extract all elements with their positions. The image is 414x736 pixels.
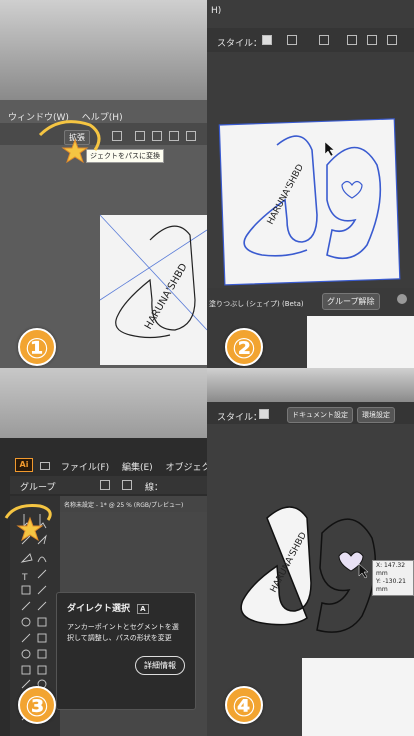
ungroup-button[interactable]: グループ解除 xyxy=(322,293,380,310)
sparkle-star-icon xyxy=(16,516,44,542)
pen-tool-icon[interactable] xyxy=(20,553,33,563)
settings-icon[interactable] xyxy=(397,294,407,304)
direct-selection-tooltip: ダイレクト選択 A アンカーポイントとセグメントを選択して調整し、パスの形状を変… xyxy=(56,592,196,710)
coordinate-readout: X: 147.32 mm Y: -130.21 mm xyxy=(372,560,414,596)
highlight-swoosh xyxy=(4,504,52,521)
step-number: ③ xyxy=(18,686,56,724)
width-tool-icon[interactable] xyxy=(21,633,31,643)
rotate-tool-icon[interactable] xyxy=(21,617,31,627)
artboard xyxy=(100,215,207,365)
number-9-shape xyxy=(316,518,377,633)
gradient-tool-icon[interactable] xyxy=(37,665,47,675)
step-4-panel: スタイル： ドキュメント設定 環境設定 HARUNA'SHBD X: 147.3… xyxy=(207,368,414,736)
type-tool-icon[interactable]: T xyxy=(21,573,28,583)
mesh-tool-icon[interactable] xyxy=(21,665,31,675)
paintbrush-icon[interactable] xyxy=(37,585,47,595)
tooltip-body: アンカーポイントとセグメントを選択して調整し、パスの形状を変更 xyxy=(67,623,179,642)
step-3-panel: Ai ファイル(F) 編集(E) オブジェクト(O) グループ 線： 名称未設定… xyxy=(0,368,207,736)
shape-builder-icon[interactable] xyxy=(21,649,31,659)
step-number: ① xyxy=(18,328,56,366)
free-transform-icon[interactable] xyxy=(37,633,47,643)
coord-y: Y: -130.21 mm xyxy=(376,578,406,593)
lasso-icon[interactable] xyxy=(37,534,47,545)
tooltip-title: ダイレクト選択 xyxy=(67,604,131,614)
rectangle-tool-icon[interactable] xyxy=(21,585,31,595)
pencil-tool-icon[interactable] xyxy=(37,601,47,611)
tutorial-collage: ウィンドウ(W) ヘルプ(H) 拡張 ジェクトをパスに変換 HARUNA'SHB… xyxy=(0,0,414,736)
scale-tool-icon[interactable] xyxy=(37,617,47,627)
step-1-panel: ウィンドウ(W) ヘルプ(H) 拡張 ジェクトをパスに変換 HARUNA'SHB… xyxy=(0,0,207,368)
artwork-svg: HARUNA'SHBD xyxy=(38,120,207,365)
shortcut-key: A xyxy=(137,604,149,614)
step-number: ④ xyxy=(225,686,263,724)
preview-thumbnail xyxy=(307,316,414,368)
line-tool-icon[interactable] xyxy=(37,569,47,579)
fill-shape-label: 塗りつぶし (シェイプ) (Beta) xyxy=(209,300,304,308)
highlight-swoosh xyxy=(38,120,101,151)
step-2-panel: H) スタイル： HARUNA'SHBD 塗りつぶし (シェイプ) (Beta)… xyxy=(207,0,414,368)
sparkle-star-icon xyxy=(61,138,89,164)
learn-more-button[interactable]: 詳細情報 xyxy=(135,656,185,675)
preview-artboard xyxy=(302,658,414,736)
number-1-shape xyxy=(240,506,312,626)
shaper-tool-icon[interactable] xyxy=(21,601,31,611)
perspective-grid-icon[interactable] xyxy=(37,649,47,659)
coord-x: X: 147.32 mm xyxy=(376,562,406,577)
curvature-icon[interactable] xyxy=(37,556,47,563)
step-number: ② xyxy=(225,328,263,366)
